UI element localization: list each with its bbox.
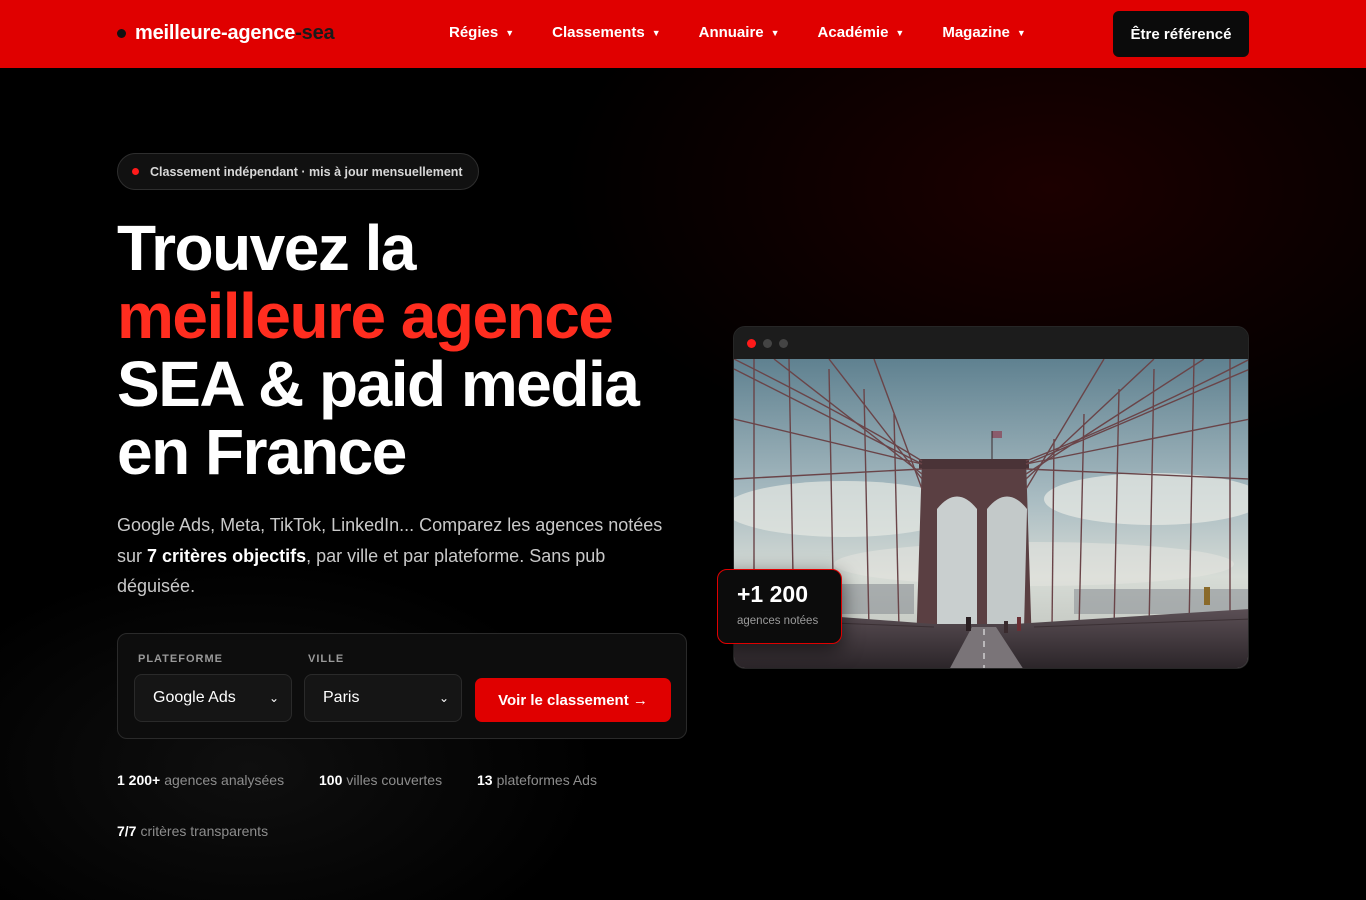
hero-description: Google Ads, Meta, TikTok, LinkedIn... Co… bbox=[117, 510, 687, 602]
headline-line-2: meilleure agence bbox=[117, 280, 614, 352]
window-close-dot-icon bbox=[747, 338, 756, 348]
view-ranking-button[interactable]: Voir le classement → bbox=[475, 678, 671, 722]
main-nav: Régies ▼ Classements ▼ Annuaire ▼ Académie ▼… bbox=[449, 24, 1064, 41]
platform-select-value: Google Ads bbox=[153, 689, 236, 706]
stat-platforms: 13 plateformes Ads bbox=[477, 772, 597, 788]
stat-cities: 100 villes couvertes bbox=[319, 772, 442, 788]
nav-label: Académie bbox=[817, 24, 889, 41]
platform-label: PLATEFORME bbox=[138, 653, 223, 665]
stat-label: plateformes Ads bbox=[496, 772, 597, 788]
stat-value: 7/7 bbox=[117, 823, 137, 839]
description-highlight: 7 critères objectifs bbox=[147, 545, 307, 566]
stat-value: 13 bbox=[477, 772, 493, 788]
nav-label: Annuaire bbox=[698, 24, 764, 41]
browser-titlebar bbox=[734, 327, 1248, 359]
card-number: +1 200 bbox=[737, 581, 808, 607]
city-select-value: Paris bbox=[323, 689, 360, 706]
nav-item-regies[interactable]: Régies ▼ bbox=[449, 24, 514, 41]
chevron-down-icon: ⌄ bbox=[268, 691, 279, 705]
chevron-down-icon: ⌄ bbox=[438, 691, 449, 705]
caret-down-icon: ▼ bbox=[505, 27, 515, 38]
get-listed-button[interactable]: Être référencé bbox=[1113, 11, 1249, 57]
stat-value: 100 bbox=[319, 772, 343, 788]
headline-line-3: SEA & paid media bbox=[117, 348, 640, 420]
caret-down-icon: ▼ bbox=[895, 27, 905, 38]
nav-label: Magazine bbox=[942, 24, 1010, 41]
stat-label: villes couvertes bbox=[346, 772, 443, 788]
stat-agencies: 1 200+ agences analysées bbox=[117, 772, 284, 788]
page-title: Trouvez la meilleure agence SEA & paid m… bbox=[117, 214, 717, 486]
status-badge: Classement indépendant · mis à jour mens… bbox=[117, 153, 479, 190]
nav-label: Classements bbox=[552, 24, 645, 41]
logo-dot-icon bbox=[117, 29, 126, 38]
ranking-search-form: PLATEFORME Google Ads ⌄ VILLE Paris ⌄ Vo… bbox=[117, 633, 687, 739]
window-maximize-dot-icon bbox=[779, 338, 788, 348]
caret-down-icon: ▼ bbox=[1016, 27, 1026, 38]
card-label: agences notées bbox=[737, 615, 819, 627]
nav-label: Régies bbox=[449, 24, 499, 41]
nav-item-annuaire[interactable]: Annuaire ▼ bbox=[699, 24, 780, 41]
headline-line-4: en France bbox=[117, 416, 407, 488]
stat-label: critères transparents bbox=[140, 823, 269, 839]
window-minimize-dot-icon bbox=[763, 338, 772, 348]
city-label: VILLE bbox=[308, 653, 345, 665]
caret-down-icon: ▼ bbox=[651, 27, 661, 38]
headline-line-1: Trouvez la bbox=[117, 212, 417, 284]
caret-down-icon: ▼ bbox=[770, 27, 780, 38]
stat-criteria: 7/7 critères transparents bbox=[117, 823, 268, 839]
agencies-rated-card: +1 200 agences notées bbox=[717, 569, 842, 644]
logo-main-text: meilleure-agence bbox=[135, 22, 296, 44]
city-select[interactable]: Paris ⌄ bbox=[304, 674, 462, 722]
nav-item-magazine[interactable]: Magazine ▼ bbox=[942, 24, 1025, 41]
stat-value: 1 200+ bbox=[117, 772, 161, 788]
top-navigation-bar: meilleure-agence -sea Régies ▼ Classements… bbox=[0, 0, 1366, 68]
platform-select[interactable]: Google Ads ⌄ bbox=[134, 674, 292, 722]
logo-accent-text: -sea bbox=[295, 22, 335, 44]
site-logo[interactable]: meilleure-agence -sea bbox=[117, 22, 335, 45]
badge-text: Classement indépendant · mis à jour mens… bbox=[150, 164, 463, 179]
live-dot-icon bbox=[132, 168, 139, 175]
nav-item-academie[interactable]: Académie ▼ bbox=[818, 24, 905, 41]
nav-item-classements[interactable]: Classements ▼ bbox=[552, 24, 660, 41]
stat-label: agences analysées bbox=[164, 772, 285, 788]
